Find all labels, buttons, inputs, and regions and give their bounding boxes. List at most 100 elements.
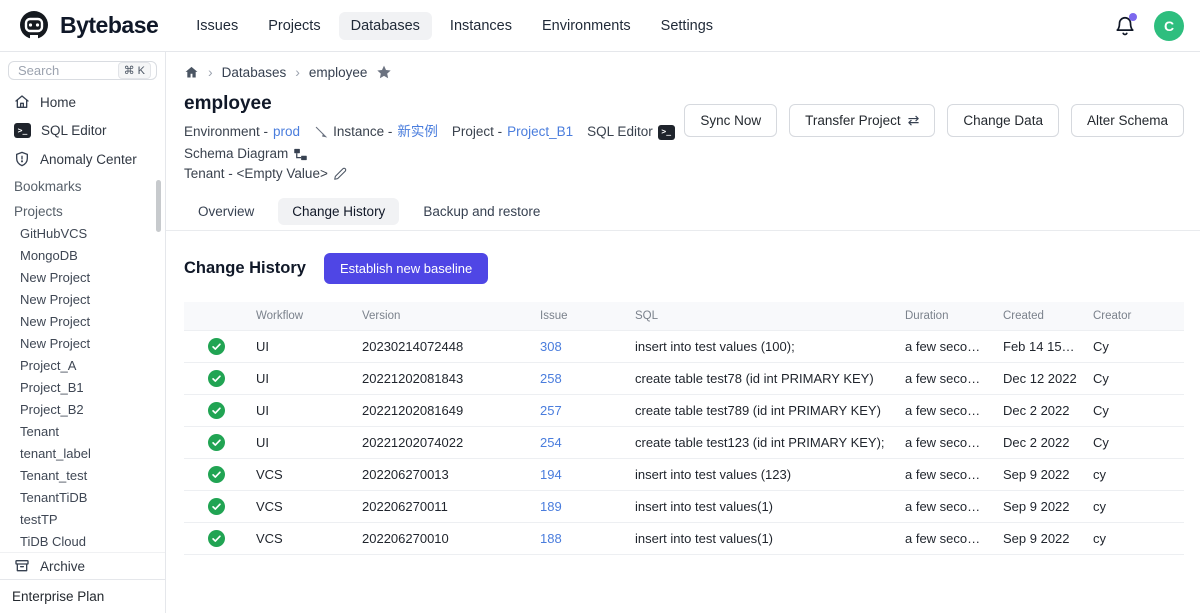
creator-cell: Cy (1085, 331, 1184, 363)
sql-editor-shortcut[interactable]: SQL Editor >_ (587, 122, 675, 142)
version-cell: 202206270013 (354, 459, 532, 491)
brand-name: Bytebase (60, 12, 158, 39)
sidebar-scrollbar[interactable] (156, 180, 161, 232)
brand[interactable]: Bytebase (16, 8, 158, 44)
search-input[interactable] (18, 63, 108, 78)
history-table-head: WorkflowVersionIssueSQLDurationCreatedCr… (184, 302, 1184, 331)
sidebar-project-tenanttidb[interactable]: TenantTiDB (0, 486, 165, 508)
shield-icon (14, 151, 30, 167)
duration-cell: a few seconds (897, 363, 995, 395)
search-box[interactable]: ⌘ K (8, 61, 157, 80)
sidebar: ⌘ K Home >_ SQL Editor Anomaly Center Bo… (0, 52, 166, 613)
schema-diagram-icon (293, 147, 308, 162)
creator-cell: cy (1085, 459, 1184, 491)
projects-list: GitHubVCSMongoDBNew ProjectNew ProjectNe… (0, 222, 165, 552)
terminal-icon: >_ (14, 123, 31, 138)
breadcrumb-separator: › (295, 64, 300, 80)
nav-item-settings[interactable]: Settings (649, 12, 725, 40)
success-check-icon (208, 530, 225, 545)
change-data-button[interactable]: Change Data (947, 104, 1059, 137)
created-cell: Feb 14 15:32 (995, 331, 1085, 363)
creator-cell: cy (1085, 491, 1184, 523)
sidebar-project-tenant[interactable]: Tenant (0, 420, 165, 442)
sql-cell: create table test123 (id int PRIMARY KEY… (627, 427, 897, 459)
history-row[interactable]: VCS202206270013194insert into test value… (184, 459, 1184, 491)
sidebar-item-archive[interactable]: Archive (0, 552, 165, 579)
sidebar-project-new-project[interactable]: New Project (0, 288, 165, 310)
breadcrumb-employee[interactable]: employee (309, 65, 368, 80)
tab-backup-and-restore[interactable]: Backup and restore (409, 198, 554, 225)
sidebar-project-project-b2[interactable]: Project_B2 (0, 398, 165, 420)
environment-link[interactable]: prod (273, 122, 300, 142)
sidebar-project-githubvcs[interactable]: GitHubVCS (0, 222, 165, 244)
instance-link[interactable]: 新实例 (397, 122, 438, 142)
environment-meta: Environment - prod (184, 122, 300, 142)
sidebar-project-tenant-label[interactable]: tenant_label (0, 442, 165, 464)
created-cell: Dec 2 2022 (995, 427, 1085, 459)
sidebar-project-project-a[interactable]: Project_A (0, 354, 165, 376)
version-cell: 20221202081843 (354, 363, 532, 395)
search-shortcut-badge: ⌘ K (118, 62, 151, 79)
sidebar-project-project-b1[interactable]: Project_B1 (0, 376, 165, 398)
duration-cell: a few seconds (897, 523, 995, 555)
establish-baseline-button[interactable]: Establish new baseline (324, 253, 488, 284)
history-row[interactable]: VCS202206270011189insert into test value… (184, 491, 1184, 523)
sidebar-item-label: SQL Editor (41, 123, 107, 138)
bookmarks-section-label[interactable]: Bookmarks (0, 172, 165, 197)
projects-section-label[interactable]: Projects (0, 197, 165, 222)
transfer-project-button[interactable]: Transfer Project⇄ (789, 104, 935, 137)
nav-item-projects[interactable]: Projects (256, 12, 332, 40)
history-row[interactable]: UI20221202074022254create table test123 … (184, 427, 1184, 459)
issue-link[interactable]: 258 (540, 371, 562, 386)
tab-overview[interactable]: Overview (184, 198, 268, 225)
sidebar-project-new-project[interactable]: New Project (0, 332, 165, 354)
issue-link[interactable]: 308 (540, 339, 562, 354)
sql-cell: create table test789 (id int PRIMARY KEY… (627, 395, 897, 427)
project-link[interactable]: Project_B1 (507, 122, 573, 142)
issue-link[interactable]: 189 (540, 499, 562, 514)
history-row[interactable]: VCS202206270010188insert into test value… (184, 523, 1184, 555)
sidebar-project-testtp[interactable]: testTP (0, 508, 165, 530)
section-title: Change History (184, 259, 306, 278)
history-row[interactable]: UI20221202081649257create table test789 … (184, 395, 1184, 427)
breadcrumb-home-icon[interactable] (184, 65, 199, 80)
change-history-table: WorkflowVersionIssueSQLDurationCreatedCr… (184, 302, 1184, 555)
workflow-cell: VCS (248, 523, 354, 555)
edit-pencil-icon[interactable] (333, 167, 347, 181)
column-header-creator: Creator (1085, 302, 1184, 331)
issue-link[interactable]: 194 (540, 467, 562, 482)
sidebar-item-sql-editor[interactable]: >_ SQL Editor (0, 118, 165, 143)
created-cell: Dec 2 2022 (995, 395, 1085, 427)
sidebar-project-mongodb[interactable]: MongoDB (0, 244, 165, 266)
issue-link[interactable]: 257 (540, 403, 562, 418)
column-header-created: Created (995, 302, 1085, 331)
sync-now-button[interactable]: Sync Now (684, 104, 777, 137)
breadcrumb-databases[interactable]: Databases (222, 65, 287, 80)
creator-cell: Cy (1085, 427, 1184, 459)
history-row[interactable]: UI20230214072448308insert into test valu… (184, 331, 1184, 363)
nav-item-environments[interactable]: Environments (530, 12, 643, 40)
terminal-icon: >_ (658, 125, 675, 140)
nav-item-issues[interactable]: Issues (184, 12, 250, 40)
schema-diagram-shortcut[interactable]: Schema Diagram (184, 144, 308, 164)
sidebar-item-home[interactable]: Home (0, 89, 165, 115)
bookmark-star-icon[interactable] (376, 64, 392, 80)
issue-link[interactable]: 188 (540, 531, 562, 546)
history-row[interactable]: UI20221202081843 258 create table test78 (… (184, 363, 1184, 395)
sql-cell: create table test78 (id int PRIMARY KEY) (627, 363, 897, 395)
notification-bell-icon[interactable] (1114, 15, 1136, 37)
sidebar-project-tenant-test[interactable]: Tenant_test (0, 464, 165, 486)
user-avatar[interactable]: C (1154, 11, 1184, 41)
sidebar-project-tidb-cloud[interactable]: TiDB Cloud (0, 530, 165, 552)
issue-link[interactable]: 254 (540, 435, 562, 450)
sidebar-project-new-project[interactable]: New Project (0, 266, 165, 288)
tab-change-history[interactable]: Change History (278, 198, 399, 225)
sidebar-item-anomaly-center[interactable]: Anomaly Center (0, 146, 165, 172)
alter-schema-button[interactable]: Alter Schema (1071, 104, 1184, 137)
nav-item-instances[interactable]: Instances (438, 12, 524, 40)
nav-item-databases[interactable]: Databases (339, 12, 432, 40)
plan-footer[interactable]: Enterprise Plan (0, 579, 165, 613)
sidebar-project-new-project[interactable]: New Project (0, 310, 165, 332)
workflow-cell: UI (248, 363, 354, 395)
duration-cell: a few seconds (897, 395, 995, 427)
